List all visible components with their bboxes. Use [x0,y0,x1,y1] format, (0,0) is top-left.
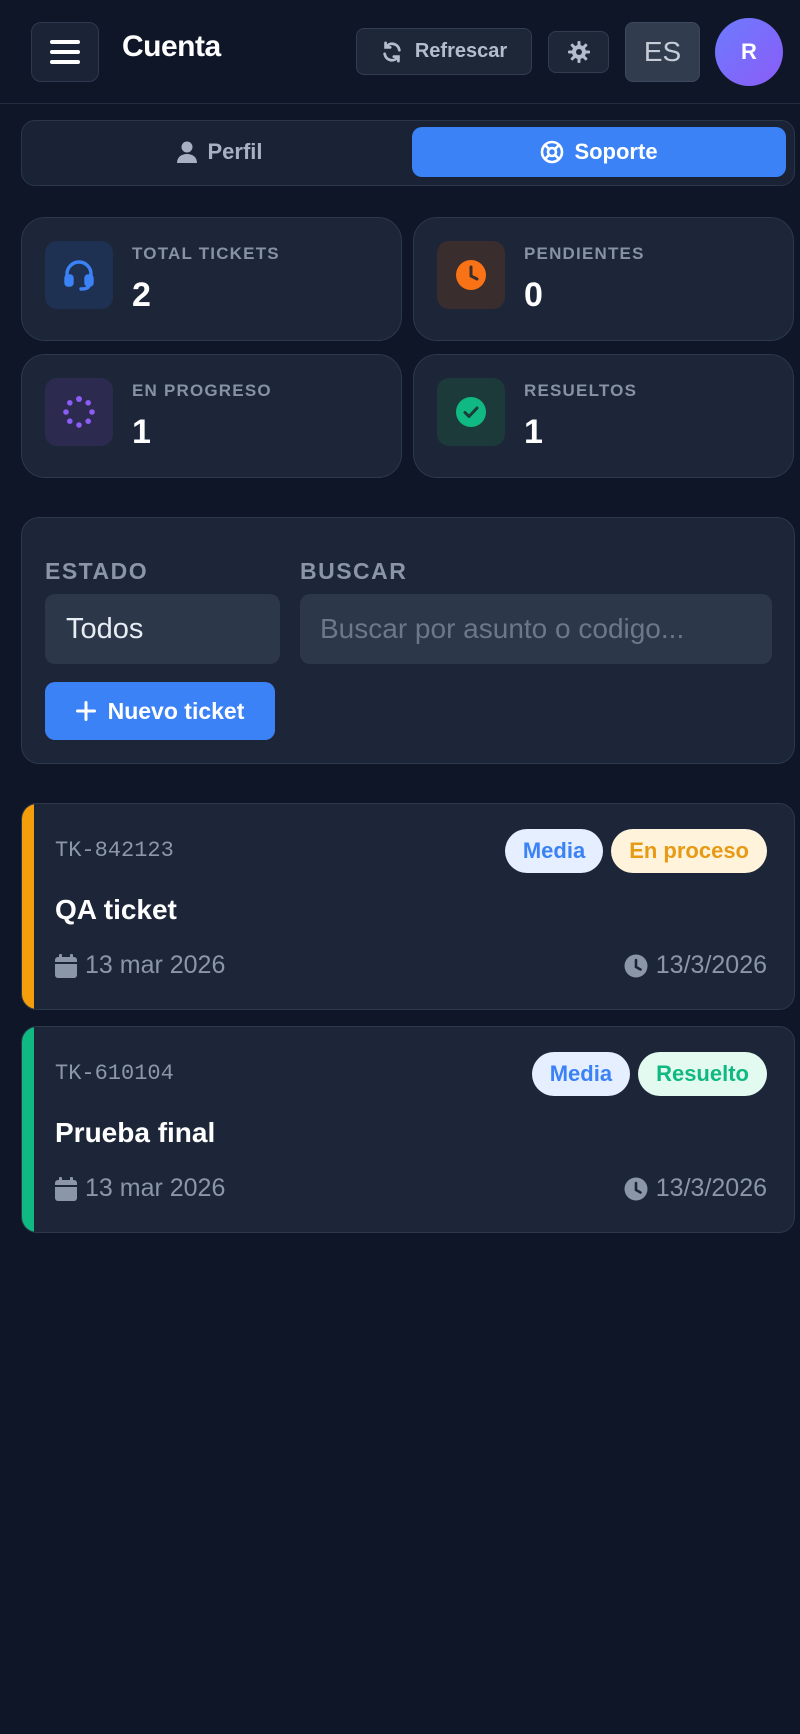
search-input[interactable] [300,594,772,664]
stat-label: EN PROGRESO [132,381,272,400]
stat-icon-box [437,241,505,309]
stat-icon-box [45,378,113,446]
ticket-card[interactable]: TK-842123 Media En proceso QA ticket 13 … [21,803,795,1010]
ticket-badges: Media Resuelto [531,1052,767,1096]
user-icon [177,141,198,163]
gear-icon [567,41,590,63]
clock-icon [456,260,486,290]
refresh-icon [383,40,401,63]
tab-perfil[interactable]: Perfil [28,127,412,177]
new-ticket-label: Nuevo ticket [107,697,245,724]
ticket-updated: 13/3/2026 [624,951,767,980]
app-header: Cuenta Refrescar ES R [0,0,800,104]
stat-icon-box [437,378,505,446]
status-badge: En proceso [611,829,767,873]
section-tabs: Perfil Soporte [21,120,795,186]
tab-perfil-label: Perfil [207,139,263,164]
status-select-value: Todos [66,612,144,645]
refresh-label: Refrescar [414,40,508,62]
stat-resueltos: RESUELTOS 1 [413,354,794,478]
stat-pendientes: PENDIENTES 0 [413,217,794,341]
avatar[interactable]: R [715,18,783,86]
status-badge: Resuelto [638,1052,767,1096]
ticket-created: 13 mar 2026 [55,951,225,980]
refresh-button[interactable]: Refrescar [356,28,532,75]
stat-label: RESUELTOS [524,381,638,400]
clock-icon [624,1177,648,1200]
stat-value: 1 [132,413,151,451]
status-filter-label: ESTADO [45,558,149,584]
ticket-code: TK-610104 [55,1061,174,1086]
calendar-icon [55,1176,77,1201]
status-select[interactable]: Todos [45,594,280,664]
hamburger-icon [50,40,80,64]
stat-label: TOTAL TICKETS [132,244,280,263]
ticket-updated-date: 13/3/2026 [655,951,767,979]
page-title: Cuenta [122,30,221,63]
settings-button[interactable] [548,31,609,73]
spinner-icon [63,396,95,428]
new-ticket-button[interactable]: Nuevo ticket [45,682,275,740]
filter-panel: ESTADO BUSCAR Todos Nuevo ticket [21,517,795,764]
ticket-created-date: 13 mar 2026 [85,951,226,979]
ticket-card[interactable]: TK-610104 Media Resuelto Prueba final 13… [21,1026,795,1233]
lifebuoy-icon [541,140,564,164]
ticket-badges: Media En proceso [504,829,767,873]
stat-value: 0 [524,276,543,314]
ticket-created-date: 13 mar 2026 [85,1174,226,1202]
priority-badge: Media [504,829,604,873]
status-accent-bar [22,804,34,1009]
ticket-created: 13 mar 2026 [55,1174,225,1203]
clock-icon [624,954,648,977]
priority-badge: Media [531,1052,631,1096]
menu-button[interactable] [31,22,99,82]
stat-total-tickets: TOTAL TICKETS 2 [21,217,402,341]
check-circle-icon [456,397,486,427]
status-accent-bar [22,1027,34,1232]
stat-en-progreso: EN PROGRESO 1 [21,354,402,478]
headset-icon [64,260,94,291]
language-button[interactable]: ES [625,22,700,82]
stat-icon-box [45,241,113,309]
tab-soporte-label: Soporte [574,139,658,164]
stat-label: PENDIENTES [524,244,645,263]
search-label: BUSCAR [300,558,408,584]
plus-icon [75,701,96,721]
ticket-title: QA ticket [55,894,177,925]
calendar-icon [55,953,77,978]
ticket-title: Prueba final [55,1117,216,1148]
stat-value: 1 [524,413,543,451]
ticket-updated-date: 13/3/2026 [655,1174,767,1202]
stat-value: 2 [132,276,151,314]
ticket-code: TK-842123 [55,838,174,863]
ticket-updated: 13/3/2026 [624,1174,767,1203]
tab-soporte[interactable]: Soporte [412,127,786,177]
